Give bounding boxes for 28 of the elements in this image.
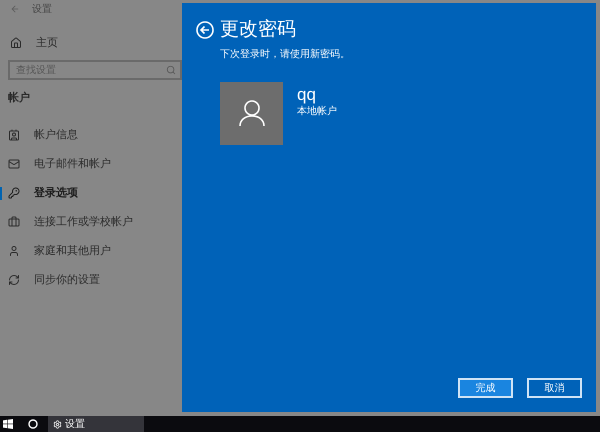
nav-item[interactable]: 帐户信息	[0, 120, 182, 150]
windows-logo-icon[interactable]	[3, 419, 13, 429]
contact-card-icon	[8, 129, 20, 141]
circle-icon[interactable]	[28, 419, 38, 429]
mail-icon	[8, 158, 20, 170]
nav-item[interactable]: 登录选项	[0, 178, 182, 208]
sync-icon	[8, 274, 20, 286]
taskbar-app[interactable]: 设置	[48, 416, 144, 432]
person-silhouette-icon	[238, 99, 264, 127]
nav-item[interactable]: 电子邮件和帐户	[0, 150, 182, 178]
briefcase-icon	[8, 216, 20, 228]
dialog-title: 更改密码	[220, 18, 296, 42]
home-link[interactable]: 主页	[0, 34, 182, 52]
dialog-button[interactable]: 完成	[458, 378, 513, 398]
nav-item[interactable]: 连接工作或学校帐户	[0, 208, 182, 236]
home-icon	[10, 37, 22, 49]
account-type: 本地帐户	[297, 104, 337, 118]
gear-icon	[53, 420, 62, 428]
nav-item[interactable]: 家庭和其他用户	[0, 236, 182, 266]
dialog-button[interactable]: 取消	[527, 378, 582, 398]
nav-item[interactable]: 同步你的设置	[0, 266, 182, 294]
person-icon	[8, 245, 20, 257]
window-title: 设置	[32, 2, 52, 16]
key-icon	[8, 187, 20, 199]
dialog-subtitle: 下次登录时，请使用新密码。	[219, 48, 351, 62]
user-name: qq	[297, 86, 317, 104]
search-icon	[166, 65, 176, 75]
section-heading: 帐户	[7, 90, 31, 106]
